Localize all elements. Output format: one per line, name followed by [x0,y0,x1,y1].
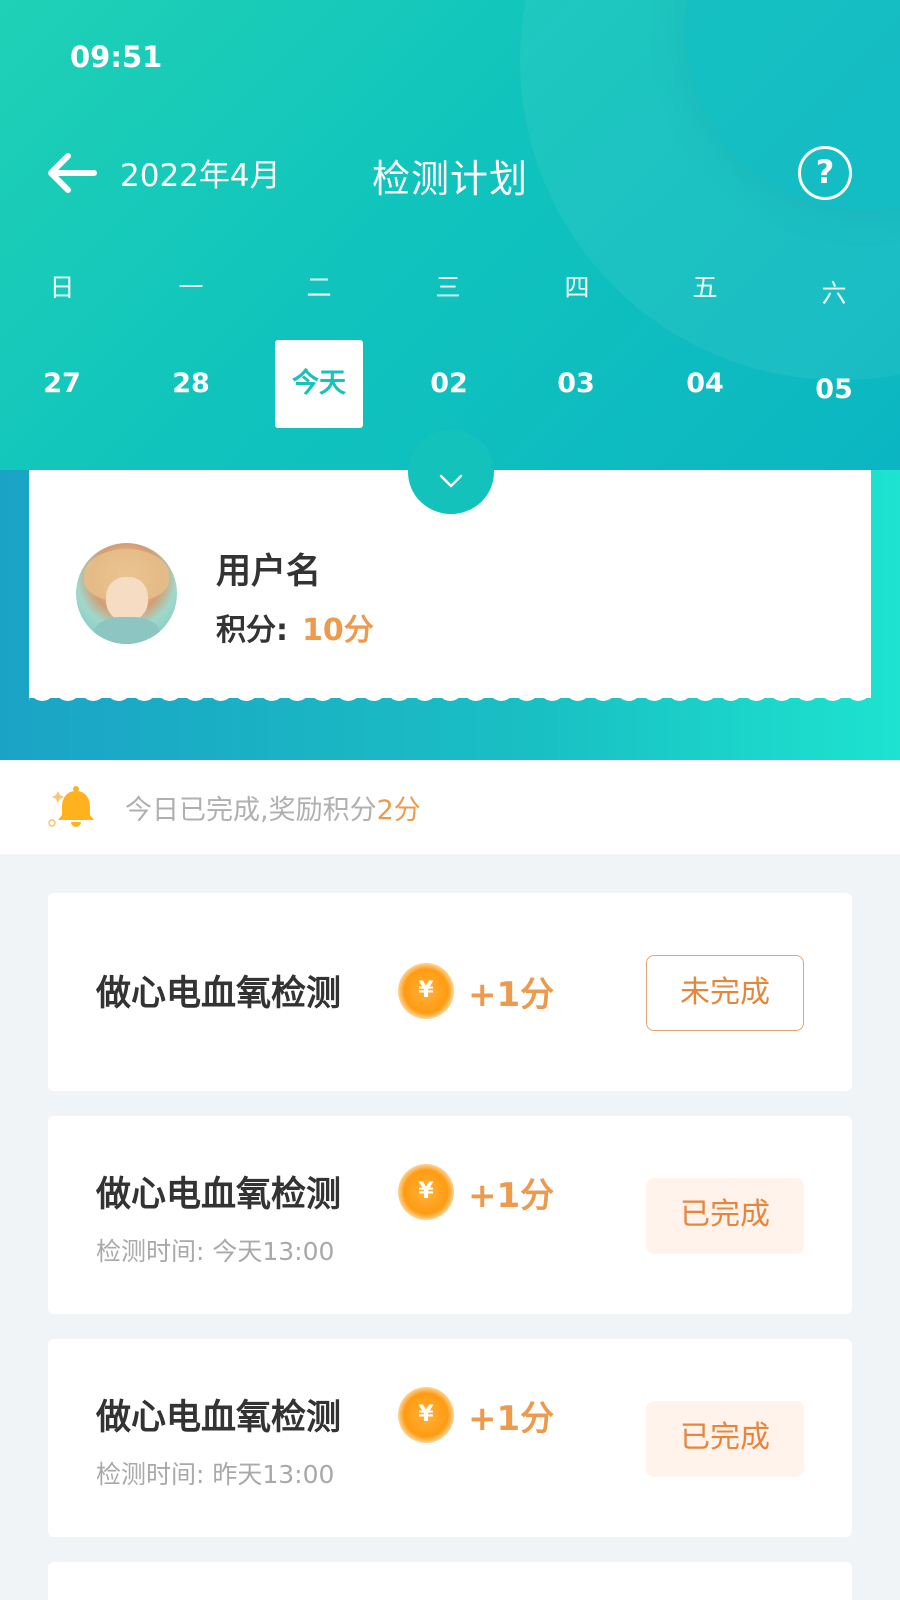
task-title: 做心电血氧检测 [96,1175,342,1215]
coin-icon: ¥ [398,1164,454,1220]
task-status-button[interactable]: 未完成 [646,955,804,1031]
notice-text: 今日已完成,奖励积分2分 [125,788,421,827]
date-cell[interactable]: 03 [532,340,620,428]
task-time: 检测时间: 今天13:00 [96,1237,335,1266]
date-cell[interactable]: 27 [18,340,106,428]
task-time: 检测时间: 昨天13:00 [96,1460,335,1489]
task-reward: +1分 [468,1399,555,1439]
task-card[interactable] [48,1562,852,1600]
card-wave-edge [29,688,871,701]
question-circle-icon: ? [815,153,835,191]
username: 用户名 [216,552,322,592]
task-title: 做心电血氧检测 [96,1398,342,1438]
bell-icon [48,786,94,827]
notice-points: 2分 [376,795,421,826]
date-cell[interactable]: 04 [661,340,749,428]
weekday-label: 三 [435,273,461,302]
date-cell[interactable]: 05 [790,346,878,434]
avatar [76,543,177,644]
task-reward: +1分 [468,975,555,1015]
points-value: 10分 [302,613,374,648]
task-status-button[interactable]: 已完成 [646,1178,804,1254]
task-title: 做心电血氧检测 [96,974,342,1014]
weekday-label: 六 [821,279,847,308]
weekday-label: 四 [564,273,590,302]
task-card[interactable]: 做心电血氧检测 ¥ +1分 未完成 [48,893,852,1091]
status-bar-time: 09:51 [70,40,163,74]
weekday-label: 二 [306,273,332,302]
coin-icon: ¥ [398,1387,454,1443]
weekday-label: 五 [692,273,718,302]
date-cell-today[interactable]: 今天 [275,340,363,428]
chevron-down-icon [439,474,463,488]
date-cell[interactable]: 02 [405,340,493,428]
notice-message: 今日已完成,奖励积分 [125,795,377,826]
page-title: 检测计划 [371,157,528,201]
weekday-label: 一 [178,273,204,302]
weekday-label: 日 [49,273,75,302]
task-card[interactable]: 做心电血氧检测 检测时间: 今天13:00 ¥ +1分 已完成 [48,1116,852,1314]
header: 09:51 2022年4月 检测计划 ? 日 一 二 三 四 五 六 27 28… [0,0,900,470]
task-card[interactable]: 做心电血氧检测 检测时间: 昨天13:00 ¥ +1分 已完成 [48,1339,852,1537]
expand-calendar-button[interactable] [408,430,494,514]
points-label: 积分: [216,613,288,648]
points-row: 积分: 10分 [216,605,374,649]
help-button[interactable]: ? [798,146,852,200]
date-row: 27 28 今天 02 03 04 05 [0,340,900,430]
date-cell[interactable]: 28 [147,340,235,428]
task-reward: +1分 [468,1176,555,1216]
task-status-button[interactable]: 已完成 [646,1401,804,1477]
coin-icon: ¥ [398,963,454,1019]
weekday-row: 日 一 二 三 四 五 六 [0,268,900,308]
